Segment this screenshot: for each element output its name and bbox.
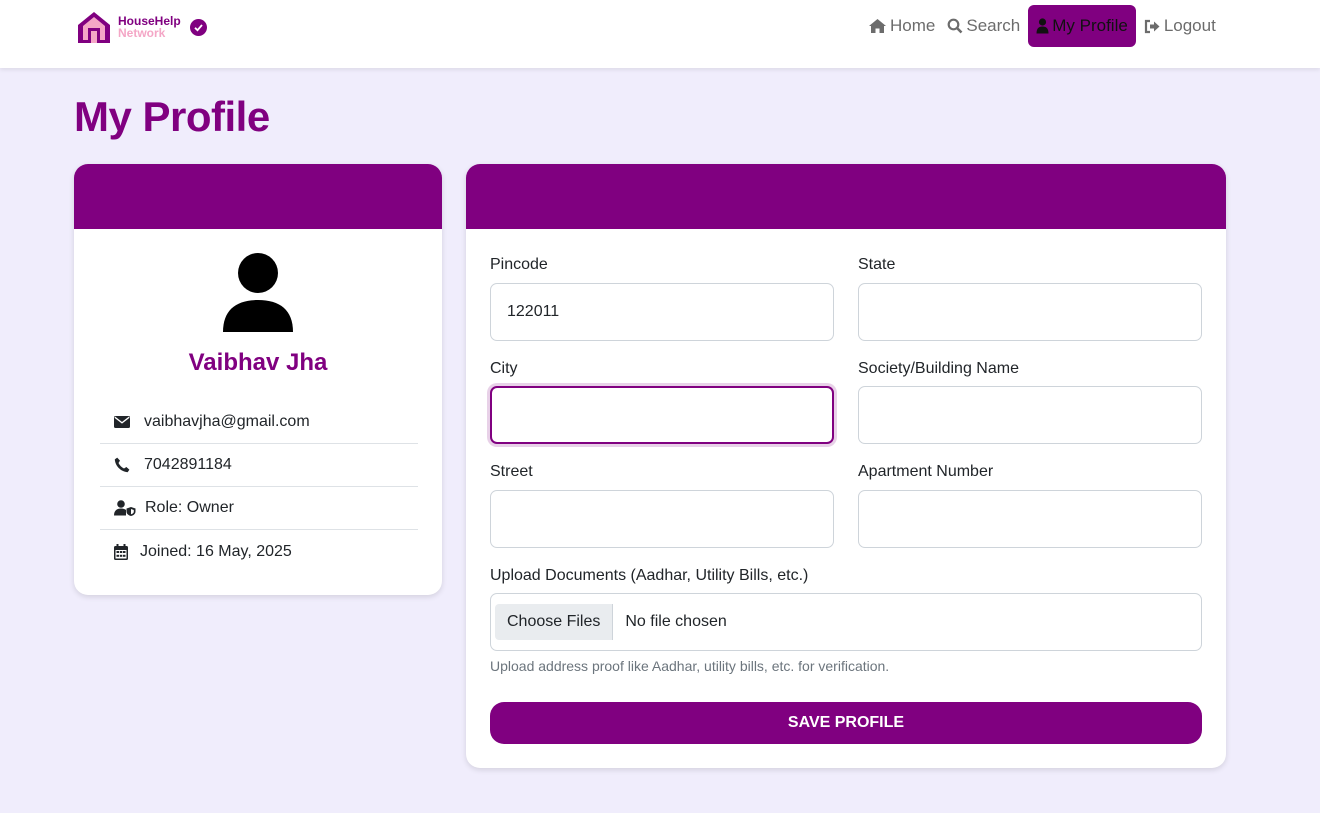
navbar: HouseHelp Network Home Search My Profile… [0, 0, 1320, 68]
phone-item: 7042891184 [100, 444, 418, 487]
street-label: Street [490, 463, 533, 480]
nav-logout-link[interactable]: Logout [1138, 5, 1222, 47]
search-icon [947, 18, 963, 34]
sign-out-icon [1144, 19, 1160, 33]
home-icon [869, 19, 886, 33]
calendar-icon [114, 543, 130, 560]
page-title: My Profile [74, 93, 270, 140]
file-status-text: No file chosen [625, 613, 727, 630]
joined-text: Joined: 16 May, 2025 [140, 542, 292, 560]
user-icon [1036, 18, 1049, 34]
nav-search-link[interactable]: Search [941, 5, 1026, 47]
brand-name: HouseHelp Network [118, 15, 181, 39]
nav-my-profile-link[interactable]: My Profile [1028, 5, 1136, 47]
city-label: City [490, 360, 518, 377]
email-text: vaibhavjha@gmail.com [144, 413, 310, 430]
nav-my-profile-label: My Profile [1052, 16, 1128, 35]
state-input[interactable] [858, 283, 1202, 341]
pincode-label: Pincode [490, 256, 548, 273]
phone-text: 7042891184 [144, 456, 232, 473]
nav-links: Home Search My Profile Logout [862, 5, 1222, 47]
profile-summary-card: Vaibhav Jha vaibhavjha@gmail.com 7042891… [74, 164, 442, 595]
nav-logout-label: Logout [1163, 16, 1216, 35]
phone-icon [114, 457, 134, 473]
address-form-card: Pincode State City Society/Building Name… [466, 164, 1226, 768]
profile-card-header [74, 164, 442, 229]
brand-logo-link[interactable]: HouseHelp Network [77, 10, 207, 44]
society-building-input[interactable] [858, 386, 1202, 444]
nav-home-label: Home [890, 16, 936, 35]
society-building-label: Society/Building Name [858, 360, 1019, 377]
envelope-icon [114, 416, 134, 428]
city-input[interactable] [490, 386, 834, 444]
street-input[interactable] [490, 490, 834, 548]
upload-help-text: Upload address proof like Aadhar, utilit… [490, 658, 890, 674]
profile-info-list: vaibhavjha@gmail.com 7042891184 Role: Ow… [100, 401, 418, 573]
state-label: State [858, 256, 896, 273]
nav-home-link[interactable]: Home [862, 5, 941, 47]
file-upload-input[interactable]: Choose Files No file chosen [490, 593, 1202, 651]
role-text: Role: Owner [145, 499, 234, 516]
house-logo-icon [78, 12, 110, 43]
pincode-input[interactable] [490, 283, 834, 341]
role-item: Role: Owner [100, 487, 418, 530]
brand-name-line2: Network [118, 26, 166, 40]
email-item: vaibhavjha@gmail.com [100, 401, 418, 444]
user-name: Vaibhav Jha [188, 349, 328, 376]
user-shield-icon [114, 500, 138, 516]
choose-files-button[interactable]: Choose Files [495, 604, 614, 640]
joined-item: Joined: 16 May, 2025 [100, 530, 418, 573]
nav-search-label: Search [966, 16, 1021, 35]
save-profile-button[interactable]: SAVE PROFILE [490, 702, 1202, 744]
form-card-header [466, 164, 1226, 229]
avatar-user-icon [223, 253, 293, 332]
upload-documents-label: Upload Documents (Aadhar, Utility Bills,… [490, 567, 809, 584]
apartment-number-label: Apartment Number [858, 463, 994, 480]
verified-check-icon [189, 18, 207, 36]
apartment-number-input[interactable] [858, 490, 1202, 548]
